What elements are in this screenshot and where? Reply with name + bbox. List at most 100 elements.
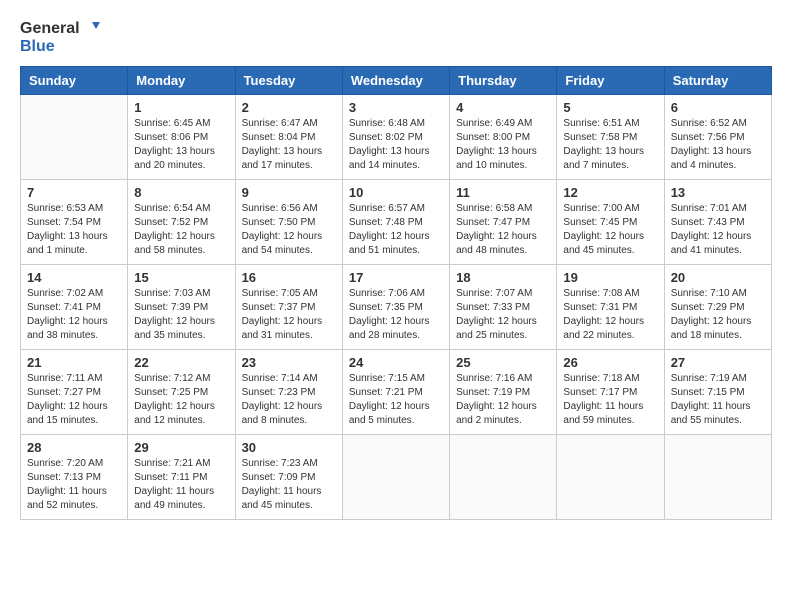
day-number: 22 [134, 355, 228, 370]
day-info: Sunrise: 7:08 AM Sunset: 7:31 PM Dayligh… [563, 287, 657, 343]
calendar-cell: 22Sunrise: 7:12 AM Sunset: 7:25 PM Dayli… [128, 349, 235, 434]
calendar-cell: 12 Sunrise: 7:00 AM Sunset: 7:45 PM Dayli… [557, 179, 664, 264]
calendar-cell: 7 Sunrise: 6:53 AM Sunset: 7:54 PM Daylig… [21, 179, 128, 264]
calendar-cell: 30 Sunrise: 7:23 AM Sunset: 7:09 PM Dayli… [235, 434, 342, 519]
logo-bird-icon [82, 20, 100, 38]
page-header: General Blue [20, 20, 772, 56]
day-number: 14 [27, 270, 121, 285]
day-number: 8 [134, 185, 228, 200]
day-number: 16 [242, 270, 336, 285]
week-row-2: 7 Sunrise: 6:53 AM Sunset: 7:54 PM Daylig… [21, 179, 772, 264]
calendar-cell: 17 Sunrise: 7:06 AM Sunset: 7:35 PM Dayli… [342, 264, 449, 349]
day-info: Sunrise: 6:49 AM Sunset: 8:00 PM Dayligh… [456, 117, 550, 173]
weekday-header-thursday: Thursday [450, 66, 557, 94]
day-number: 15 [134, 270, 228, 285]
day-info: Sunrise: 7:02 AM Sunset: 7:41 PM Dayligh… [27, 287, 121, 343]
day-number: 4 [456, 100, 550, 115]
calendar-table: SundayMondayTuesdayWednesdayThursdayFrid… [20, 66, 772, 520]
week-row-1: 1Sunrise: 6:45 AM Sunset: 8:06 PM Daylig… [21, 94, 772, 179]
day-info: Sunrise: 7:11 AM Sunset: 7:27 PM Dayligh… [27, 372, 121, 428]
calendar-cell: 5Sunrise: 6:51 AM Sunset: 7:58 PM Daylig… [557, 94, 664, 179]
calendar-cell: 21 Sunrise: 7:11 AM Sunset: 7:27 PM Dayli… [21, 349, 128, 434]
day-number: 9 [242, 185, 336, 200]
calendar-cell: 11Sunrise: 6:58 AM Sunset: 7:47 PM Dayli… [450, 179, 557, 264]
calendar-cell [664, 434, 771, 519]
week-row-5: 28Sunrise: 7:20 AM Sunset: 7:13 PM Dayli… [21, 434, 772, 519]
calendar-cell: 15 Sunrise: 7:03 AM Sunset: 7:39 PM Dayli… [128, 264, 235, 349]
calendar-cell: 9Sunrise: 6:56 AM Sunset: 7:50 PM Daylig… [235, 179, 342, 264]
calendar-cell: 13 Sunrise: 7:01 AM Sunset: 7:43 PM Dayli… [664, 179, 771, 264]
day-number: 10 [349, 185, 443, 200]
logo-general: General [20, 20, 80, 37]
logo-container: General Blue [20, 20, 100, 56]
calendar-cell: 14 Sunrise: 7:02 AM Sunset: 7:41 PM Dayli… [21, 264, 128, 349]
logo: General Blue [20, 20, 100, 56]
day-info: Sunrise: 7:10 AM Sunset: 7:29 PM Dayligh… [671, 287, 765, 343]
day-info: Sunrise: 6:58 AM Sunset: 7:47 PM Dayligh… [456, 202, 550, 258]
weekday-header-monday: Monday [128, 66, 235, 94]
day-info: Sunrise: 7:16 AM Sunset: 7:19 PM Dayligh… [456, 372, 550, 428]
calendar-cell: 16 Sunrise: 7:05 AM Sunset: 7:37 PM Dayli… [235, 264, 342, 349]
weekday-header-tuesday: Tuesday [235, 66, 342, 94]
day-number: 5 [563, 100, 657, 115]
calendar-cell: 24 Sunrise: 7:15 AM Sunset: 7:21 PM Dayli… [342, 349, 449, 434]
day-info: Sunrise: 7:07 AM Sunset: 7:33 PM Dayligh… [456, 287, 550, 343]
day-info: Sunrise: 7:14 AM Sunset: 7:23 PM Dayligh… [242, 372, 336, 428]
day-number: 28 [27, 440, 121, 455]
calendar-cell: 25 Sunrise: 7:16 AM Sunset: 7:19 PM Dayli… [450, 349, 557, 434]
weekday-header-friday: Friday [557, 66, 664, 94]
calendar-cell: 6 Sunrise: 6:52 AM Sunset: 7:56 PM Daylig… [664, 94, 771, 179]
day-number: 12 [563, 185, 657, 200]
calendar-cell: 23 Sunrise: 7:14 AM Sunset: 7:23 PM Dayli… [235, 349, 342, 434]
day-number: 23 [242, 355, 336, 370]
weekday-header-row: SundayMondayTuesdayWednesdayThursdayFrid… [21, 66, 772, 94]
day-number: 20 [671, 270, 765, 285]
day-number: 26 [563, 355, 657, 370]
calendar-cell: 8 Sunrise: 6:54 AM Sunset: 7:52 PM Daylig… [128, 179, 235, 264]
day-number: 25 [456, 355, 550, 370]
day-info: Sunrise: 7:18 AM Sunset: 7:17 PM Dayligh… [563, 372, 657, 428]
calendar-cell: 1Sunrise: 6:45 AM Sunset: 8:06 PM Daylig… [128, 94, 235, 179]
calendar-cell: 29 Sunrise: 7:21 AM Sunset: 7:11 PM Dayli… [128, 434, 235, 519]
day-number: 6 [671, 100, 765, 115]
day-info: Sunrise: 6:47 AM Sunset: 8:04 PM Dayligh… [242, 117, 336, 173]
calendar-cell: 20 Sunrise: 7:10 AM Sunset: 7:29 PM Dayli… [664, 264, 771, 349]
calendar-cell: 27 Sunrise: 7:19 AM Sunset: 7:15 PM Dayli… [664, 349, 771, 434]
day-info: Sunrise: 6:57 AM Sunset: 7:48 PM Dayligh… [349, 202, 443, 258]
day-info: Sunrise: 7:00 AM Sunset: 7:45 PM Dayligh… [563, 202, 657, 258]
day-number: 7 [27, 185, 121, 200]
day-info: Sunrise: 7:21 AM Sunset: 7:11 PM Dayligh… [134, 457, 228, 513]
day-info: Sunrise: 7:03 AM Sunset: 7:39 PM Dayligh… [134, 287, 228, 343]
logo-blue: Blue [20, 38, 55, 55]
day-info: Sunrise: 7:23 AM Sunset: 7:09 PM Dayligh… [242, 457, 336, 513]
day-number: 29 [134, 440, 228, 455]
day-info: Sunrise: 7:06 AM Sunset: 7:35 PM Dayligh… [349, 287, 443, 343]
calendar-cell: 19 Sunrise: 7:08 AM Sunset: 7:31 PM Dayli… [557, 264, 664, 349]
week-row-3: 14 Sunrise: 7:02 AM Sunset: 7:41 PM Dayli… [21, 264, 772, 349]
day-info: Sunrise: 6:45 AM Sunset: 8:06 PM Dayligh… [134, 117, 228, 173]
day-info: Sunrise: 7:19 AM Sunset: 7:15 PM Dayligh… [671, 372, 765, 428]
weekday-header-saturday: Saturday [664, 66, 771, 94]
day-number: 3 [349, 100, 443, 115]
day-info: Sunrise: 6:53 AM Sunset: 7:54 PM Dayligh… [27, 202, 121, 258]
day-info: Sunrise: 6:52 AM Sunset: 7:56 PM Dayligh… [671, 117, 765, 173]
day-info: Sunrise: 7:15 AM Sunset: 7:21 PM Dayligh… [349, 372, 443, 428]
calendar-cell: 2Sunrise: 6:47 AM Sunset: 8:04 PM Daylig… [235, 94, 342, 179]
calendar-cell [342, 434, 449, 519]
day-number: 30 [242, 440, 336, 455]
day-info: Sunrise: 7:01 AM Sunset: 7:43 PM Dayligh… [671, 202, 765, 258]
day-number: 17 [349, 270, 443, 285]
calendar-cell: 18Sunrise: 7:07 AM Sunset: 7:33 PM Dayli… [450, 264, 557, 349]
calendar-cell: 28Sunrise: 7:20 AM Sunset: 7:13 PM Dayli… [21, 434, 128, 519]
calendar-cell: 4 Sunrise: 6:49 AM Sunset: 8:00 PM Daylig… [450, 94, 557, 179]
day-number: 21 [27, 355, 121, 370]
calendar-cell: 26 Sunrise: 7:18 AM Sunset: 7:17 PM Dayli… [557, 349, 664, 434]
day-number: 27 [671, 355, 765, 370]
calendar-cell [557, 434, 664, 519]
day-info: Sunrise: 6:54 AM Sunset: 7:52 PM Dayligh… [134, 202, 228, 258]
calendar-cell [450, 434, 557, 519]
day-number: 13 [671, 185, 765, 200]
day-info: Sunrise: 7:05 AM Sunset: 7:37 PM Dayligh… [242, 287, 336, 343]
day-number: 24 [349, 355, 443, 370]
day-number: 19 [563, 270, 657, 285]
